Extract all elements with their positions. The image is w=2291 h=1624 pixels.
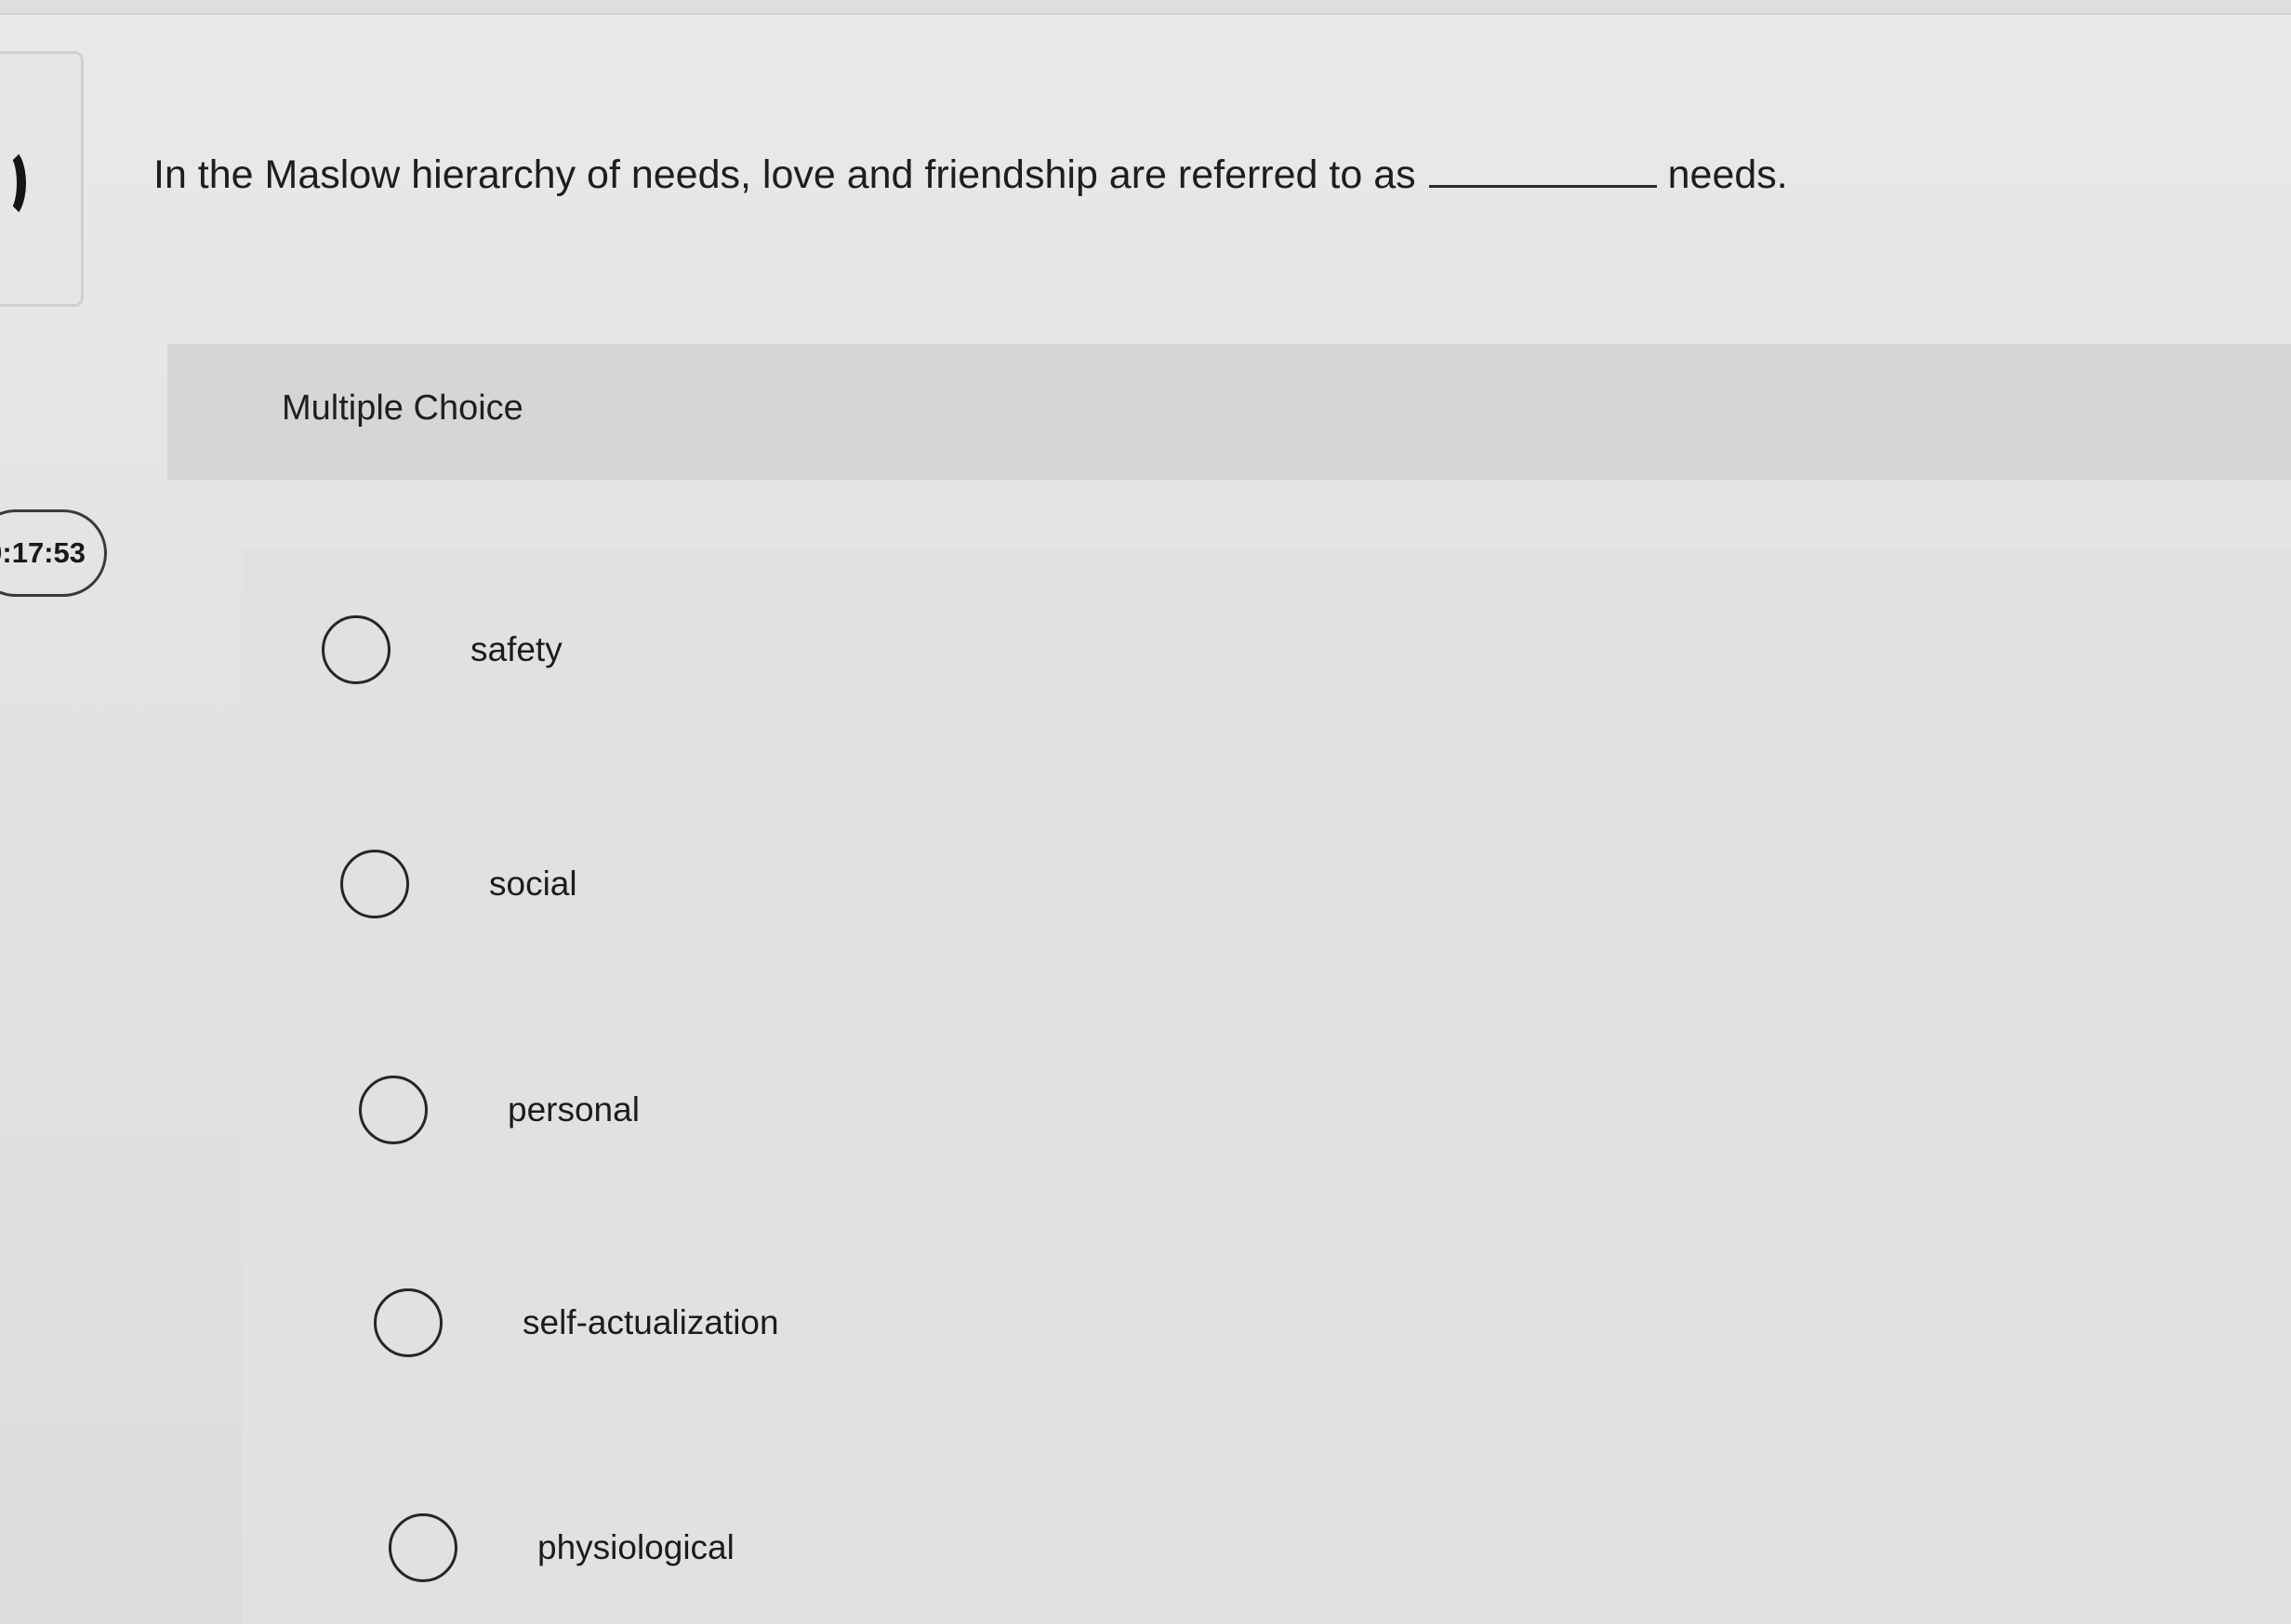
option-physiological[interactable]: physiological: [389, 1513, 735, 1582]
option-social[interactable]: social: [340, 850, 577, 918]
option-label[interactable]: physiological: [537, 1528, 735, 1567]
option-label[interactable]: social: [489, 865, 577, 904]
option-safety[interactable]: safety: [322, 615, 563, 684]
radio-button[interactable]: [389, 1513, 457, 1582]
option-label[interactable]: self-actualization: [523, 1303, 779, 1342]
answer-blank: [1428, 183, 1657, 188]
radio-button[interactable]: [359, 1076, 428, 1144]
radio-button[interactable]: [322, 615, 391, 684]
timer[interactable]: 0:17:53: [0, 509, 107, 597]
option-label[interactable]: personal: [508, 1090, 640, 1129]
option-self-actualization[interactable]: self-actualization: [374, 1288, 779, 1357]
question-before-blank: In the Maslow hierarchy of needs, love a…: [153, 152, 1416, 197]
question-text: In the Maslow hierarchy of needs, love a…: [153, 149, 2106, 201]
section-label: Multiple Choice: [282, 389, 523, 428]
question-after-blank: needs.: [1667, 152, 1788, 197]
option-personal[interactable]: personal: [359, 1076, 640, 1144]
answer-options: safety social personal self-actualizatio…: [242, 548, 2291, 1624]
timer-text: 0:17:53: [0, 536, 86, 569]
radio-button[interactable]: [374, 1288, 443, 1357]
multiple-choice-header: Multiple Choice: [167, 344, 2291, 480]
radio-button[interactable]: [340, 850, 409, 918]
option-label[interactable]: safety: [470, 630, 563, 669]
top-divider: [0, 0, 2291, 15]
